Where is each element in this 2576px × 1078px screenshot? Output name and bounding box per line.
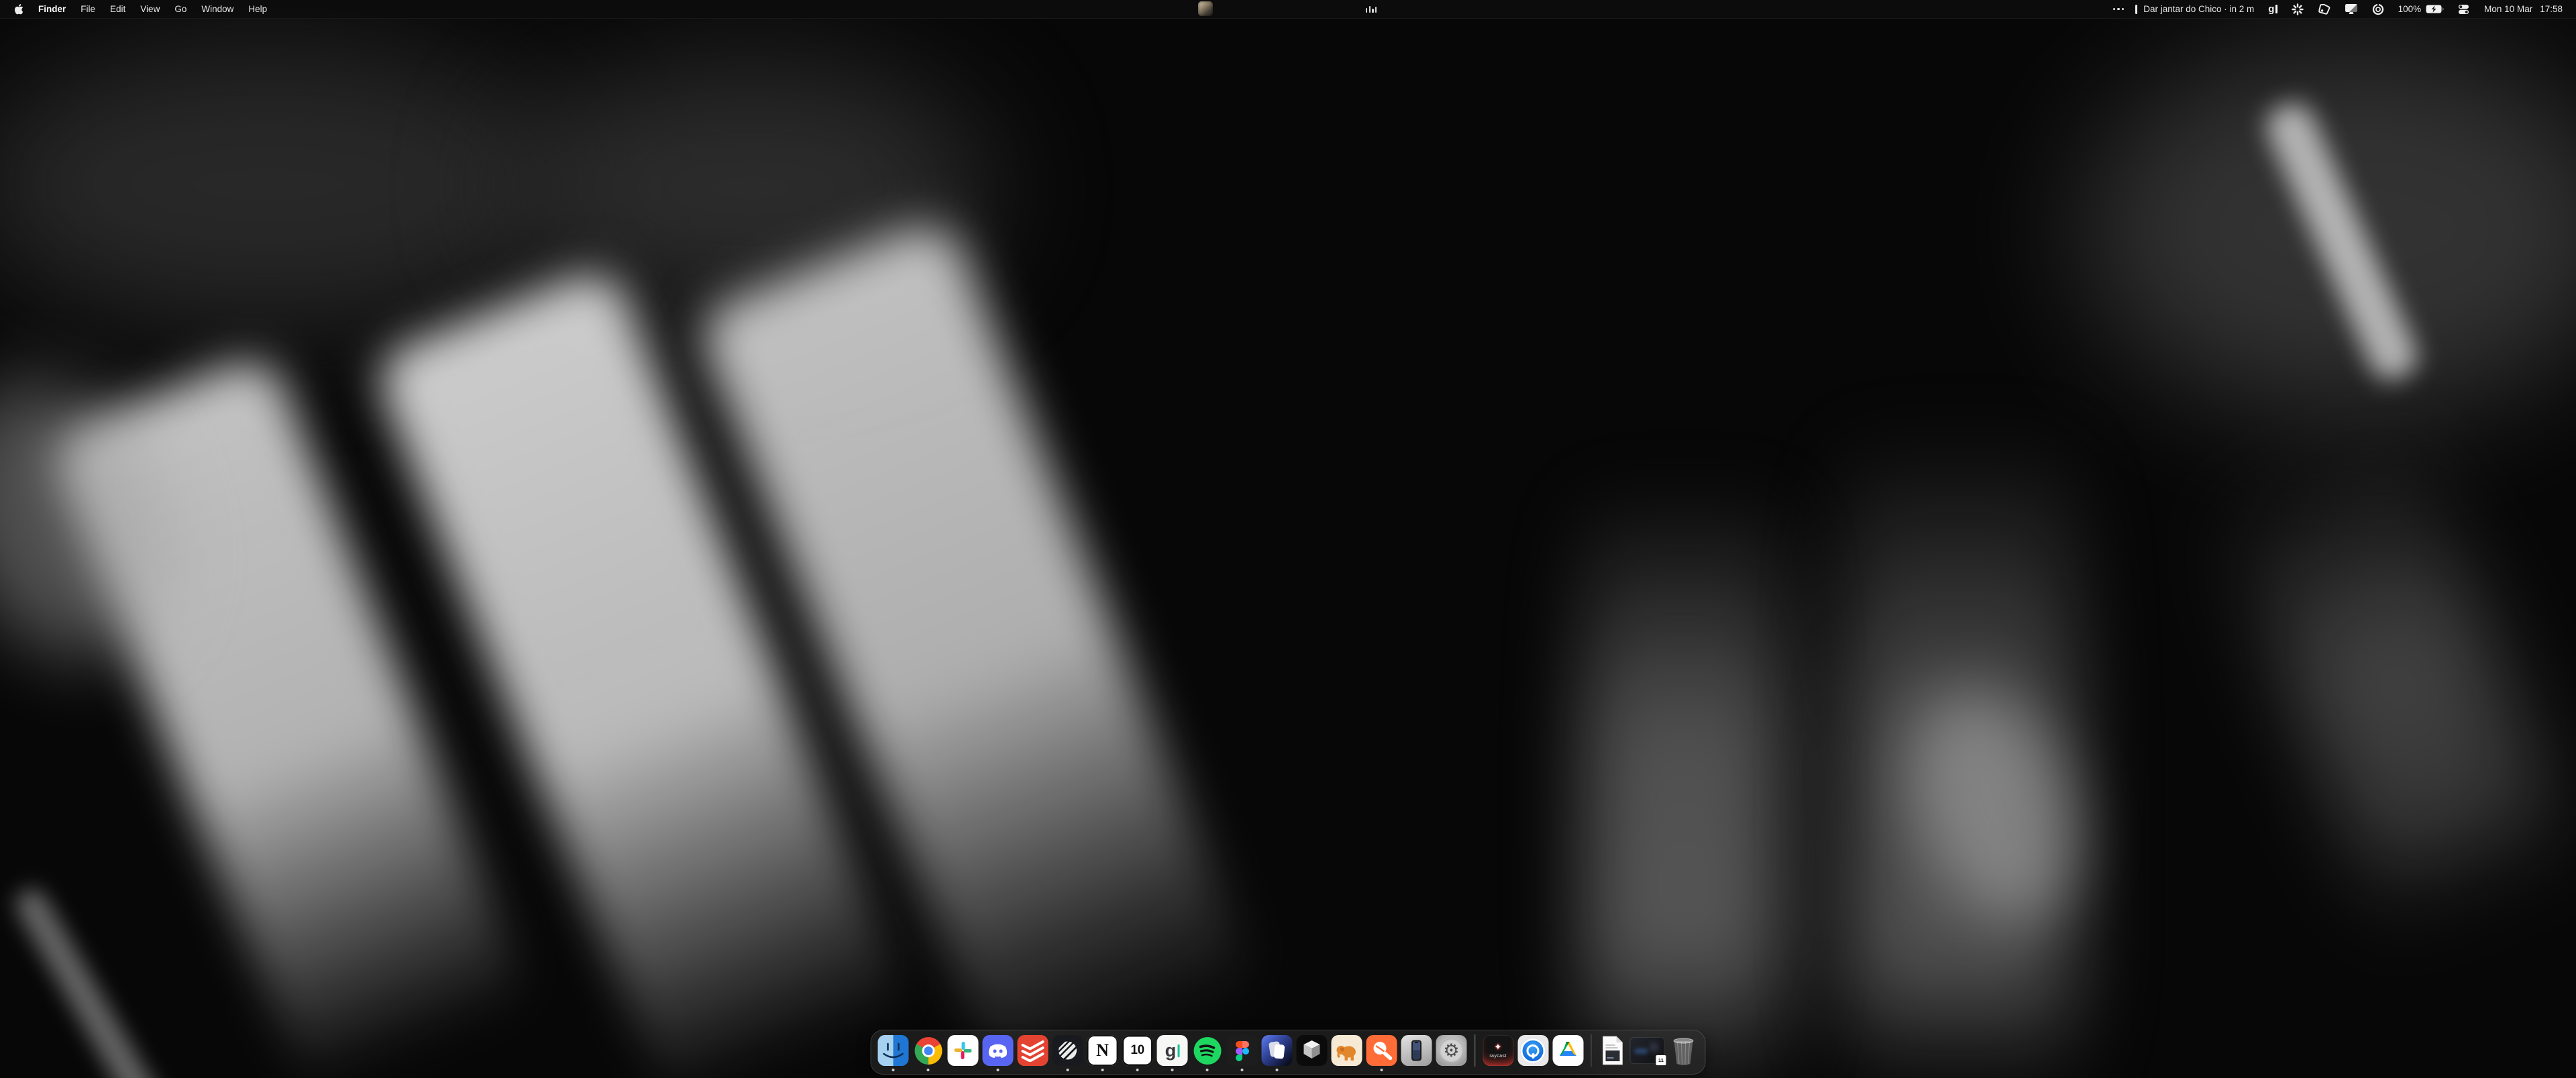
clock-date: Mon 10 Mar (2484, 4, 2532, 14)
wallpaper-streak (1583, 483, 1784, 1078)
wallpaper-streak (2214, 422, 2576, 932)
dock-item-grammarly[interactable]: g (1157, 1035, 1188, 1066)
reminder-indicator-bar (2135, 5, 2137, 14)
system-settings-icon: ⚙ (1436, 1035, 1467, 1066)
now-playing-waveform-icon[interactable] (1366, 6, 1377, 13)
dock-item-minimized-window[interactable]: 11 (1630, 1037, 1665, 1064)
running-indicator (1136, 1069, 1139, 1071)
google-drive-icon (1552, 1035, 1583, 1066)
finder-icon (878, 1035, 909, 1066)
dock-item-elephant-app[interactable] (1332, 1035, 1362, 1066)
notion-icon: N (1087, 1035, 1118, 1066)
spotify-icon (1192, 1035, 1223, 1066)
clock-time: 17:58 (2540, 4, 2563, 14)
dock-item-linear[interactable] (1053, 1035, 1083, 1066)
dock-item-iphone-mirroring[interactable] (1401, 1035, 1432, 1066)
running-indicator (997, 1069, 1000, 1071)
elephant-app-icon (1332, 1035, 1362, 1066)
black-cube-app-icon (1297, 1035, 1328, 1066)
trash-icon (1669, 1035, 1699, 1066)
slack-icon (948, 1035, 979, 1066)
grammarly-menu-icon[interactable]: g (2268, 4, 2277, 14)
battery-percent: 100% (2398, 4, 2422, 14)
battery-charging-icon (2426, 5, 2444, 13)
dock-item-raycast[interactable]: ✦ raycast (1483, 1035, 1513, 1066)
flower-menu-icon[interactable] (2292, 3, 2304, 15)
dock-item-app-blue-windows[interactable] (1262, 1035, 1293, 1066)
control-center-icon[interactable] (2458, 4, 2469, 15)
blue-windows-app-icon (1262, 1035, 1293, 1066)
running-indicator (1381, 1069, 1383, 1071)
gear-icon: ⚙ (1443, 1042, 1459, 1060)
dock-item-google-drive[interactable] (1552, 1035, 1583, 1066)
wallpaper-streak (11, 883, 182, 1078)
linear-icon (1053, 1035, 1083, 1066)
menu-edit[interactable]: Edit (103, 0, 133, 18)
menu-view[interactable]: View (133, 0, 167, 18)
dock-item-slack[interactable] (948, 1035, 979, 1066)
running-indicator (1241, 1069, 1244, 1071)
ring-menu-icon[interactable] (2372, 3, 2384, 15)
menu-window[interactable]: Window (194, 0, 241, 18)
calendar-badge-icon: 11 (1656, 1055, 1667, 1066)
desktop: Finder File Edit View Go Window Help Dar… (0, 0, 2576, 1078)
todoist-icon (1018, 1035, 1049, 1066)
running-indicator (927, 1069, 930, 1071)
dock-item-discord[interactable] (983, 1035, 1014, 1066)
menu-bar-left: Finder File Edit View Go Window Help (0, 0, 274, 18)
apple-logo-icon (14, 4, 23, 15)
display-menu-icon[interactable] (2345, 3, 2358, 15)
chrome-icon (913, 1035, 944, 1066)
dock-item-downloaded-document[interactable] (1599, 1035, 1626, 1066)
dock-item-chrome[interactable] (913, 1035, 944, 1066)
minimized-window-thumbnail: 11 (1630, 1037, 1665, 1064)
discord-icon (983, 1035, 1014, 1066)
dock-item-trash[interactable] (1669, 1035, 1699, 1066)
running-indicator (1206, 1069, 1209, 1071)
notion-calendar-icon: 10 (1122, 1035, 1153, 1066)
running-indicator (1067, 1069, 1069, 1071)
dock-item-system-settings[interactable]: ⚙ (1436, 1035, 1467, 1066)
running-indicator (1276, 1069, 1279, 1071)
menu-file[interactable]: File (73, 0, 103, 18)
dock-item-figma[interactable] (1227, 1035, 1258, 1066)
raycast-icon: ✦ raycast (1483, 1035, 1513, 1066)
dock-item-notion-calendar[interactable]: 10 (1122, 1035, 1153, 1066)
menu-bar: Finder File Edit View Go Window Help Dar… (0, 0, 2576, 19)
battery-status[interactable]: 100% (2398, 4, 2445, 14)
menu-bar-clock[interactable]: Mon 10 Mar 17:58 (2484, 4, 2563, 14)
dock-item-finder[interactable] (878, 1035, 909, 1066)
menu-go[interactable]: Go (167, 0, 194, 18)
apple-menu[interactable] (7, 0, 31, 18)
dock-item-1password[interactable] (1517, 1035, 1548, 1066)
dock-divider (1474, 1034, 1476, 1067)
menu-bar-status-area: Dar jantar do Chico · in 2 m g (2099, 0, 2576, 18)
running-indicator (1171, 1069, 1174, 1071)
now-playing-album-art[interactable] (1198, 1, 1213, 16)
menu-help[interactable]: Help (241, 0, 274, 18)
dock-divider (1591, 1034, 1592, 1067)
dock-item-app-black-cube[interactable] (1297, 1035, 1328, 1066)
postman-icon (1366, 1035, 1397, 1066)
onepassword-icon (1517, 1035, 1548, 1066)
running-indicator (892, 1069, 895, 1071)
wallpaper-streak (0, 40, 570, 329)
desktop-wallpaper (0, 0, 2576, 1078)
iphone-mirroring-icon (1401, 1035, 1432, 1066)
document-file-icon (1599, 1035, 1626, 1066)
pick-menu-icon[interactable] (2318, 3, 2330, 15)
dock: N 10 g (871, 1030, 1706, 1075)
running-indicator (1102, 1069, 1104, 1071)
dock-item-postman[interactable] (1366, 1035, 1397, 1066)
grammarly-icon: g (1157, 1035, 1188, 1066)
menu-app-name[interactable]: Finder (31, 0, 73, 18)
dock-item-todoist[interactable] (1018, 1035, 1049, 1066)
dock-item-spotify[interactable] (1192, 1035, 1223, 1066)
reminder-text[interactable]: Dar jantar do Chico · in 2 m (2143, 4, 2254, 14)
dock-item-notion[interactable]: N (1087, 1035, 1118, 1066)
figma-icon (1227, 1035, 1258, 1066)
hidden-items-ellipsis-icon[interactable] (2113, 8, 2124, 10)
